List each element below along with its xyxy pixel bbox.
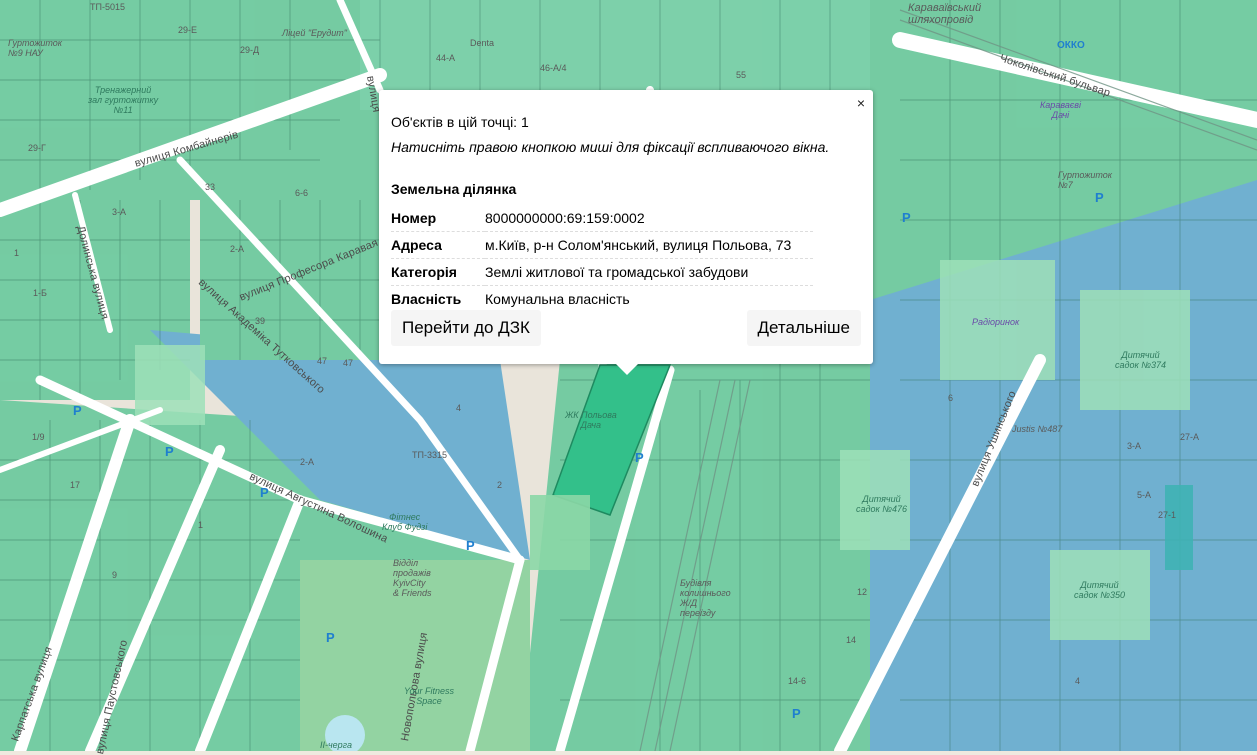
attr-key: Номер bbox=[391, 205, 485, 232]
table-row: Номер 8000000000:69:159:0002 bbox=[391, 205, 813, 232]
attr-key: Категорія bbox=[391, 258, 485, 286]
parcel-attributes-table: Номер 8000000000:69:159:0002 Адреса м.Ки… bbox=[391, 205, 813, 312]
attr-key: Адреса bbox=[391, 231, 485, 259]
parcel-info-popup: × Об'єктів в цій точці: 1 Натисніть прав… bbox=[379, 90, 873, 375]
popup-tip bbox=[615, 363, 639, 375]
attr-value: 8000000000:69:159:0002 bbox=[485, 205, 813, 232]
attr-key: Власність bbox=[391, 291, 462, 307]
attr-value: Комунальна власність bbox=[485, 291, 630, 307]
objects-count: Об'єктів в цій точці: 1 bbox=[391, 114, 529, 130]
details-button[interactable]: Детальніше bbox=[746, 310, 861, 346]
go-to-dzk-button[interactable]: Перейти до ДЗК bbox=[391, 310, 541, 346]
table-row: Категорія Землі житлової та громадської … bbox=[391, 258, 813, 286]
section-title: Земельна ділянка bbox=[391, 181, 517, 197]
close-icon[interactable]: × bbox=[857, 95, 865, 111]
popup-hint: Натисніть правою кнопкою миші для фіксац… bbox=[391, 139, 830, 155]
attr-value: м.Київ, р-н Солом'янський, вулиця Польов… bbox=[485, 231, 813, 259]
table-row: Адреса м.Київ, р-н Солом'янський, вулиця… bbox=[391, 231, 813, 259]
attr-value: Землі житлової та громадської забудови bbox=[485, 258, 813, 286]
table-row: Власність Комунальна власність bbox=[391, 286, 813, 313]
